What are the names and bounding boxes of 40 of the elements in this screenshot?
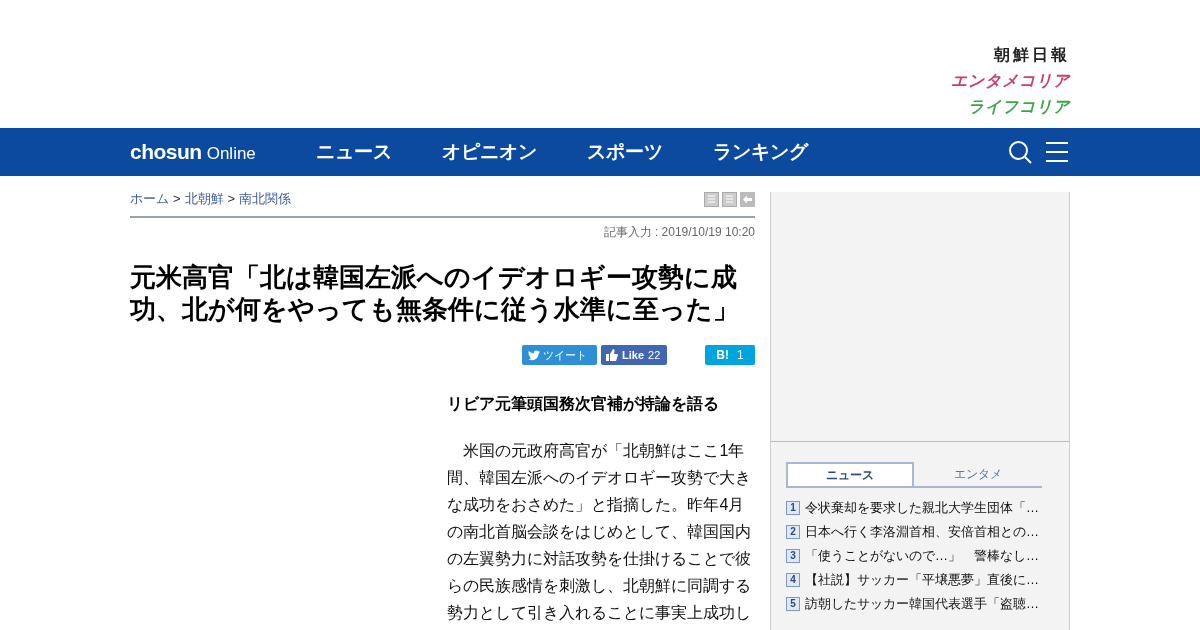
nav-link[interactable]: ニュース [316,137,392,167]
article-body: 米国の元政府高官が「北朝鮮はここ1年 間、韓国左派へのイデオロギー攻勢で大き な成功をおさめた」と指摘した。昨年4月 の南北首脳会談をはじめとして、韓国国内 の左翼勢力に対話攻勢を仕掛けることで彼 らの民族感情を刺激し、北朝鮮に同調する 勢力として引き入れることに事実上成功し [447,441,753,623]
rank-number: 4 [786,572,800,587]
ranking-link[interactable]: 令状棄却を要求した親北大学生団体「… [805,497,1039,518]
rank-number: 1 [786,500,800,515]
article-subtitle: リビア元筆頭国務次官補が持論を語る [447,394,721,414]
ranking-tab[interactable]: エンタメ [914,462,1042,486]
hatena-label: B! [716,347,729,364]
nav-link[interactable]: スポーツ [587,137,663,167]
like-count: 22 [648,347,661,363]
ranking-link[interactable]: 訪朝したサッカー韓国代表選手「盗聴… [805,593,1039,614]
thumbs-up-icon [606,349,618,361]
back-icon[interactable] [740,191,755,207]
rank-number: 3 [786,548,800,563]
menu-icon[interactable] [1046,141,1068,163]
breadcrumb-link[interactable]: 南北関係 [239,189,292,209]
breadcrumb-link[interactable]: ホーム [130,189,169,209]
hatena-count: 1 [737,347,744,364]
bird-icon [528,349,540,361]
site-logo[interactable]: エンタメコリア [951,70,1070,92]
breadcrumb-link[interactable]: 北朝鮮 [184,189,224,209]
rank-number: 5 [786,596,800,611]
like-button[interactable]: Like 22 [601,345,667,365]
nav-link[interactable]: オピニオン [442,137,537,167]
site-logo[interactable]: 朝鮮日報 [994,44,1070,66]
search-icon[interactable] [1008,140,1032,164]
print-icon[interactable] [704,191,719,207]
like-label: Like [622,347,644,363]
breadcrumb-separator: > [227,190,236,209]
ranking-link[interactable]: 【社説】サッカー「平壌悪夢」直後に… [805,569,1039,590]
nav-link[interactable]: ランキング [713,137,808,167]
breadcrumb-separator: > [173,190,181,209]
ranking-link[interactable]: 日本へ行く李洛淵首相、安倍首相との… [805,521,1039,542]
list-icon[interactable] [722,191,737,207]
article-title: 元米高官「北は韓国左派へのイデオロギー攻勢に成功、北が何をやっても無条件に従う水準に至った」 [130,261,740,325]
article-date: 記事入力 : 2019/10/19 10:20 [602,224,755,241]
brand-logo[interactable]: chosun Online [130,136,316,168]
ranking-link[interactable]: 「使うことがないので…」 警棒なし… [805,545,1039,566]
ranking-tab[interactable]: ニュース [786,462,914,486]
rank-number: 2 [786,524,800,539]
